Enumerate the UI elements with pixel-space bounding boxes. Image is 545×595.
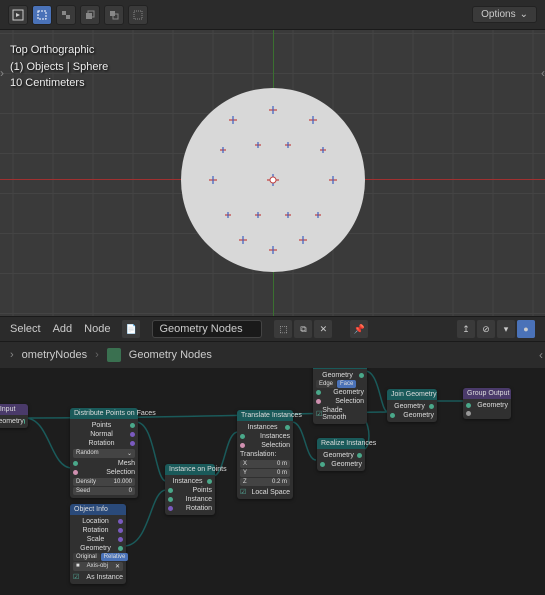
chevron-down-icon: ⌄	[520, 9, 528, 20]
menu-add[interactable]: Add	[53, 323, 73, 335]
expand-right-icon[interactable]: ‹	[541, 66, 545, 80]
node-header: Object Info	[70, 504, 126, 515]
cursor-tool[interactable]	[8, 5, 28, 25]
node-header: p Input	[0, 404, 28, 415]
node-header: Distribute Points on Faces	[70, 408, 138, 419]
bc-root[interactable]: ometryNodes	[22, 349, 87, 361]
menu-select[interactable]: Select	[10, 323, 41, 335]
object-name: (1) Objects | Sphere	[10, 59, 108, 76]
node-header: Translate Instances	[237, 410, 293, 421]
node-set-shade-smooth[interactable]: Set Shade Smooth Geometry EdgeFace Geome…	[313, 368, 367, 424]
node-header: Join Geometry	[387, 389, 437, 400]
chevron-right-icon[interactable]: ›	[10, 349, 14, 361]
options-dropdown[interactable]: Options ⌄	[472, 6, 537, 23]
btn-face[interactable]: Face	[337, 380, 356, 388]
copy-icon[interactable]: ⧉	[294, 320, 312, 338]
snap-icon[interactable]: ⊘	[477, 320, 495, 338]
node-realize-instances[interactable]: Realize Instances Geometry Geometry	[317, 438, 365, 471]
node-join-geometry[interactable]: Join Geometry Geometry Geometry	[387, 389, 437, 422]
node-tree-icon[interactable]: 📄	[122, 320, 140, 338]
node-instance-on-points[interactable]: Instance on Points Instances Points Inst…	[165, 464, 215, 515]
node-header: Group Output	[463, 388, 511, 399]
node-group-input[interactable]: p Input Geometry	[0, 404, 28, 428]
view-name: Top Orthographic	[10, 42, 108, 59]
bc-separator: ›	[95, 349, 99, 361]
options-label: Options	[481, 9, 515, 20]
x-field[interactable]: X0 m	[240, 460, 290, 468]
overlay-dropdown[interactable]: ▾	[497, 320, 515, 338]
node-tree-name[interactable]	[152, 320, 262, 338]
expand-panel-icon[interactable]: ‹	[539, 348, 543, 362]
node-translate-instances[interactable]: Translate Instances Instances Instances …	[237, 410, 293, 499]
seed-field[interactable]: Seed0	[73, 487, 135, 495]
grid-scale: 10 Centimeters	[10, 75, 108, 92]
btn-original[interactable]: Original	[73, 553, 100, 561]
sphere-object	[173, 80, 373, 280]
select-tool-4[interactable]	[104, 5, 124, 25]
z-field[interactable]: Z0.2 m	[240, 478, 290, 486]
select-tool-3[interactable]	[80, 5, 100, 25]
btn-relative[interactable]: Relative	[101, 553, 129, 561]
shading-icon[interactable]: ●	[517, 320, 535, 338]
node-tree-icon	[107, 348, 121, 362]
density-field[interactable]: Density10.000	[73, 478, 135, 486]
close-icon[interactable]: ✕	[314, 320, 332, 338]
menu-node[interactable]: Node	[84, 323, 110, 335]
select-tool-5[interactable]	[128, 5, 148, 25]
select-tool-2[interactable]	[56, 5, 76, 25]
method-dropdown[interactable]: Random⌄	[73, 449, 135, 458]
bc-current[interactable]: Geometry Nodes	[129, 349, 212, 361]
node-header: Realize Instances	[317, 438, 365, 449]
object-picker[interactable]: ■Axis-obj✕	[73, 562, 123, 571]
viewport-3d[interactable]: › ‹ Top Orthographic (1) Objects | Spher…	[0, 30, 545, 316]
select-box-tool[interactable]	[32, 5, 52, 25]
node-object-info[interactable]: Object Info Location Rotation Scale Geom…	[70, 504, 126, 584]
pin-icon[interactable]: ⬚	[274, 320, 292, 338]
y-field[interactable]: Y0 m	[240, 469, 290, 477]
btn-edge[interactable]: Edge	[316, 380, 336, 388]
viewport-info: Top Orthographic (1) Objects | Sphere 10…	[10, 42, 108, 92]
node-editor[interactable]: p Input Geometry Distribute Points on Fa…	[0, 368, 545, 595]
star-icon[interactable]: 📌	[350, 320, 368, 338]
breadcrumb: › ometryNodes › Geometry Nodes ‹	[0, 342, 545, 368]
node-group-output[interactable]: Group Output Geometry	[463, 388, 511, 419]
node-distribute-points[interactable]: Distribute Points on Faces Points Normal…	[70, 408, 138, 498]
node-header: Instance on Points	[165, 464, 215, 475]
parent-icon[interactable]: ↥	[457, 320, 475, 338]
expand-left-icon[interactable]: ›	[0, 66, 4, 80]
